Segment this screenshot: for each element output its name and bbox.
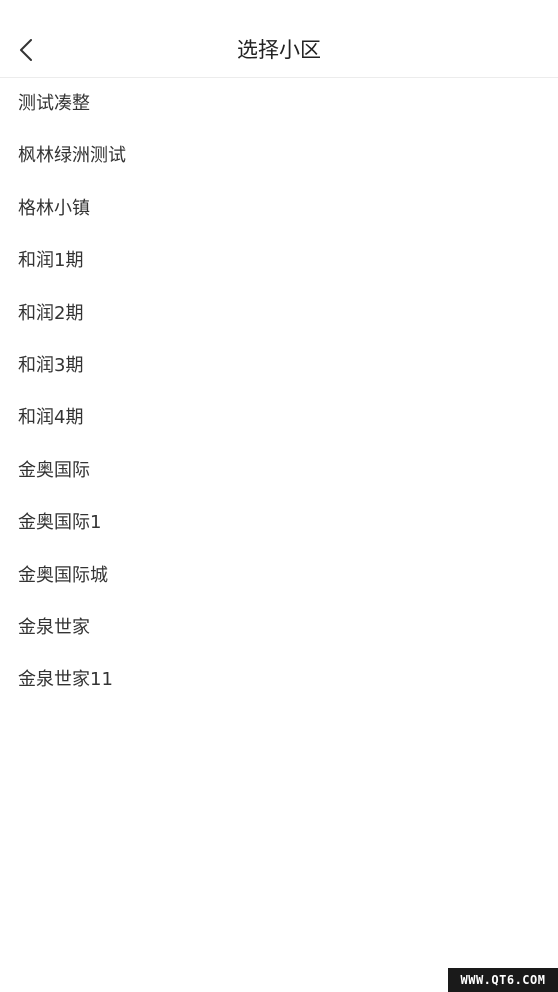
community-item[interactable]: 和润3期	[0, 340, 558, 392]
status-bar	[0, 0, 558, 24]
community-list: 测试凑整 枫林绿洲测试 格林小镇 和润1期 和润2期 和润3期 和润4期 金奥国…	[0, 78, 558, 707]
community-item[interactable]: 测试凑整	[0, 78, 558, 130]
app-header: 选择小区	[0, 24, 558, 78]
community-item[interactable]: 和润1期	[0, 235, 558, 287]
page-title: 选择小区	[237, 38, 321, 62]
community-item[interactable]: 格林小镇	[0, 183, 558, 235]
community-item[interactable]: 和润2期	[0, 288, 558, 340]
community-item[interactable]: 金奥国际1	[0, 497, 558, 549]
community-item[interactable]: 枫林绿洲测试	[0, 130, 558, 182]
watermark: WWW.QT6.COM	[448, 968, 558, 992]
community-item[interactable]: 金奥国际城	[0, 550, 558, 602]
community-item[interactable]: 金泉世家	[0, 602, 558, 654]
community-item[interactable]: 金泉世家11	[0, 654, 558, 706]
community-item[interactable]: 和润4期	[0, 392, 558, 444]
community-item[interactable]: 金奥国际	[0, 445, 558, 497]
